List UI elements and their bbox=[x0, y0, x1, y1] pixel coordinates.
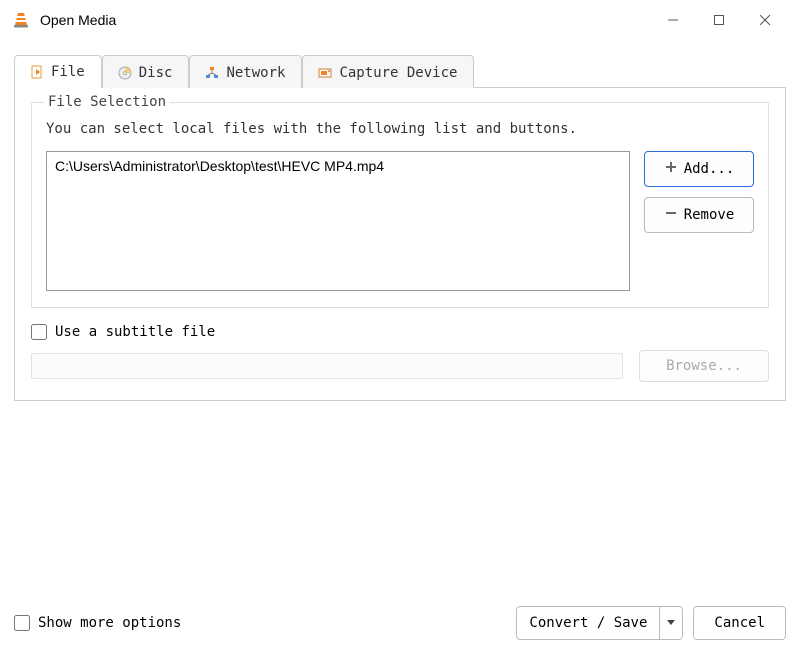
titlebar: Open Media bbox=[0, 0, 800, 40]
browse-button-label: Browse... bbox=[666, 358, 742, 374]
subtitle-path-row: Browse... bbox=[31, 350, 769, 382]
tab-network[interactable]: Network bbox=[189, 55, 302, 88]
show-more-options-checkbox[interactable] bbox=[14, 615, 30, 631]
remove-button[interactable]: Remove bbox=[644, 197, 754, 233]
minimize-button[interactable] bbox=[650, 4, 696, 36]
chevron-down-icon bbox=[666, 615, 676, 631]
file-list[interactable]: C:\Users\Administrator\Desktop\test\HEVC… bbox=[46, 151, 630, 291]
minus-icon bbox=[664, 206, 678, 224]
convert-save-dropdown[interactable] bbox=[660, 607, 682, 639]
capture-icon bbox=[317, 65, 333, 81]
remove-button-label: Remove bbox=[684, 207, 735, 223]
tab-label: Network bbox=[226, 65, 285, 81]
show-more-options-label: Show more options bbox=[38, 615, 181, 631]
file-icon bbox=[29, 64, 45, 80]
subtitle-path-input bbox=[31, 353, 623, 379]
tab-label: Capture Device bbox=[339, 65, 457, 81]
convert-save-label[interactable]: Convert / Save bbox=[517, 607, 660, 639]
file-selection-group: File Selection You can select local file… bbox=[31, 102, 769, 308]
window-title: Open Media bbox=[40, 12, 116, 28]
network-icon bbox=[204, 65, 220, 81]
cancel-button-label: Cancel bbox=[714, 615, 765, 631]
use-subtitle-label: Use a subtitle file bbox=[55, 324, 215, 340]
add-button-label: Add... bbox=[684, 161, 735, 177]
maximize-button[interactable] bbox=[696, 4, 742, 36]
browse-button: Browse... bbox=[639, 350, 769, 382]
tab-label: File bbox=[51, 64, 85, 80]
cancel-button[interactable]: Cancel bbox=[693, 606, 786, 640]
close-button[interactable] bbox=[742, 4, 788, 36]
subtitle-row: Use a subtitle file bbox=[31, 324, 769, 340]
add-button[interactable]: Add... bbox=[644, 151, 754, 187]
footer: Show more options Convert / Save Cancel bbox=[14, 606, 786, 640]
file-selection-help: You can select local files with the foll… bbox=[46, 121, 754, 137]
tab-capture-device[interactable]: Capture Device bbox=[302, 55, 474, 88]
tab-label: Disc bbox=[139, 65, 173, 81]
file-panel: File Selection You can select local file… bbox=[14, 88, 786, 401]
plus-icon bbox=[664, 160, 678, 178]
file-selection-legend: File Selection bbox=[44, 94, 170, 110]
convert-save-button[interactable]: Convert / Save bbox=[516, 606, 683, 640]
file-list-item[interactable]: C:\Users\Administrator\Desktop\test\HEVC… bbox=[55, 158, 621, 174]
vlc-icon bbox=[12, 11, 30, 29]
window-controls bbox=[650, 4, 788, 36]
content-area: File Disc Network Capture Device File Se… bbox=[0, 40, 800, 401]
tabs: File Disc Network Capture Device bbox=[14, 54, 786, 88]
tab-disc[interactable]: Disc bbox=[102, 55, 190, 88]
tab-file[interactable]: File bbox=[14, 55, 102, 88]
disc-icon bbox=[117, 65, 133, 81]
use-subtitle-checkbox[interactable] bbox=[31, 324, 47, 340]
